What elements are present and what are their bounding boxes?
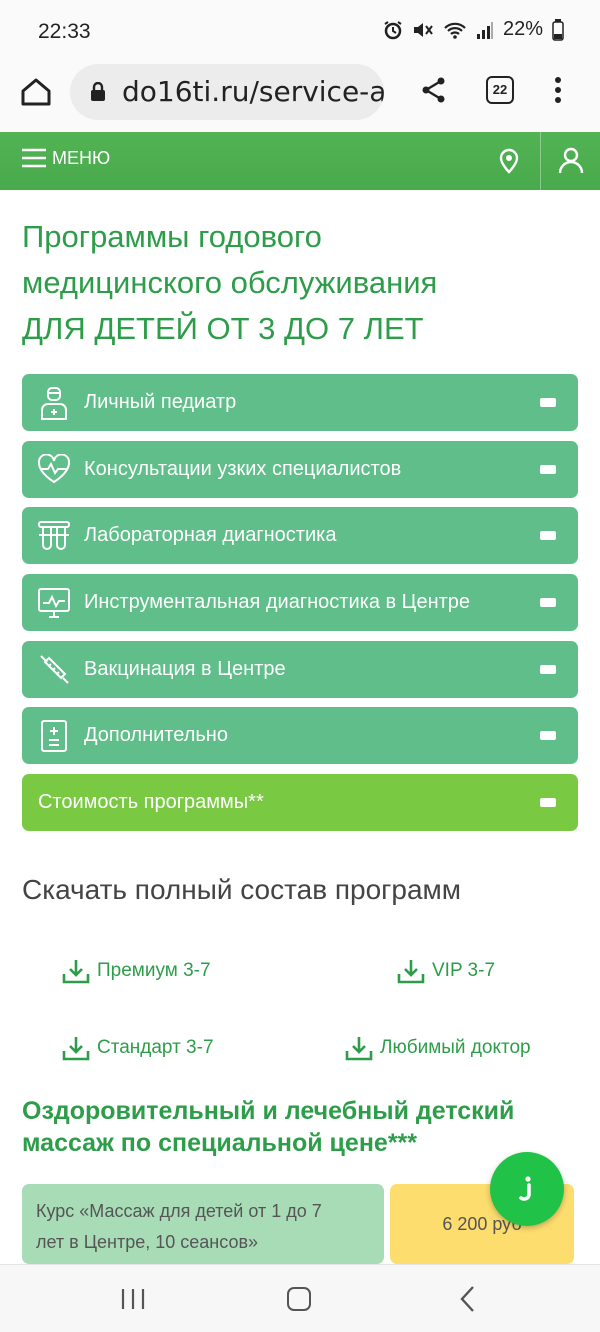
battery-percent: 22% [502,18,543,40]
accordion-lab-diagnostics[interactable]: Лабораторная диагностика [22,507,578,565]
title-line-2: медицинского обслуживания [22,265,438,300]
collapse-icon [540,531,556,541]
course-line-2: лет в Центре, 10 сеансов» [36,1232,259,1252]
accordion-label: Личный педиатр [84,391,237,413]
title-line-3: ДЛЯ ДЕТЕЙ ОТ 3 ДО 7 ЛЕТ [22,311,424,346]
accordion-label: Дополнительно [84,724,228,747]
massage-course-card: Курс «Массаж для детей от 1 до 7 лет в Ц… [22,1184,384,1264]
accordion-label: Лабораторная диагностика [84,524,337,547]
accordion-additional[interactable]: Дополнительно [22,707,578,765]
browser-toolbar: do16ti.ru/service-a 22 [0,64,600,132]
accordion-vaccination[interactable]: Вакцинация в Центре [22,640,578,698]
menu-button[interactable]: МЕНЮ [22,146,110,170]
accordion-label: Консультации узких специалистов [84,457,402,480]
site-header: МЕНЮ [0,132,600,190]
download-link-label: VIP 3-7 [432,960,496,981]
system-nav-bar [0,1264,600,1332]
home-nav-icon[interactable] [287,1287,311,1311]
title-line-1: Программы годового [22,219,322,254]
course-line-1: Курс «Массаж для детей от 1 до 7 [36,1201,322,1221]
more-menu-icon[interactable] [548,76,568,104]
download-icon [62,1037,90,1061]
chat-widget-button[interactable] [490,1152,564,1226]
accordion-instrumental-diagnostics[interactable]: Инструментальная диагностика в Центре [22,574,578,632]
lock-icon [91,82,105,101]
monitor-icon [36,585,72,621]
download-link-label: Любимый доктор [380,1037,531,1058]
download-link-label: Премиум 3-7 [97,960,211,981]
download-link-favorite-doctor[interactable]: Любимый доктор [345,1035,531,1061]
massage-title-line-1: Оздоровительный и лечебный детский [22,1097,515,1125]
download-icon [62,960,90,984]
collapse-icon [540,731,556,741]
mute-icon [413,22,433,37]
collapse-icon [540,398,556,407]
accordion-label: Инструментальная диагностика в Центре [84,591,471,614]
accordion-label: Вакцинация в Центре [84,657,286,680]
tabs-button[interactable]: 22 [486,76,514,104]
home-button[interactable] [18,74,54,110]
accordion-label: Стоимость программы** [38,791,264,814]
heart-pulse-icon [36,451,72,487]
program-accordion: Личный педиатр Консультации узких специа… [22,374,578,841]
doctor-icon [36,385,72,421]
download-icon [397,960,425,984]
download-link-premium[interactable]: Премиум 3-7 [62,958,211,984]
collapse-icon [540,464,556,474]
download-link-vip[interactable]: VIP 3-7 [397,958,495,984]
signal-icon [476,21,493,39]
page-title: Программы годового медицинского обслужив… [22,214,582,352]
collapse-icon [540,598,556,608]
header-divider [540,132,541,190]
document-plus-icon [36,718,72,754]
chat-logo-icon [519,1176,531,1201]
status-time: 22:33 [38,20,91,43]
accordion-program-cost[interactable]: Стоимость программы** [22,774,578,832]
hamburger-icon [22,148,46,168]
location-pin-icon[interactable] [498,148,520,174]
download-link-standard[interactable]: Стандарт 3-7 [62,1035,214,1061]
massage-title-line-2: массаж по специальной цене*** [22,1129,418,1157]
recent-apps-icon[interactable] [120,1288,146,1310]
url-text: do16ti.ru/service-a [122,75,384,108]
download-link-label: Стандарт 3-7 [97,1037,214,1058]
user-icon[interactable] [557,146,585,174]
massage-title: Оздоровительный и лечебный детский масса… [22,1095,582,1159]
share-button[interactable] [420,76,448,104]
collapse-icon [540,664,556,674]
back-nav-icon[interactable] [458,1285,478,1313]
wifi-icon [444,22,466,39]
test-tubes-icon [36,518,72,554]
address-bar[interactable]: do16ti.ru/service-a [70,64,384,120]
status-icons: 22% [383,18,564,41]
menu-label: МЕНЮ [52,147,111,168]
alarm-icon [384,20,402,39]
download-icon [345,1037,373,1061]
syringe-icon [36,651,72,687]
status-bar: 22:33 22% [0,0,600,64]
battery-icon [552,18,564,41]
collapse-icon [540,798,556,808]
accordion-specialists[interactable]: Консультации узких специалистов [22,440,578,498]
downloads-title: Скачать полный состав программ [22,874,462,905]
accordion-personal-pediatrician[interactable]: Личный педиатр [22,374,578,431]
